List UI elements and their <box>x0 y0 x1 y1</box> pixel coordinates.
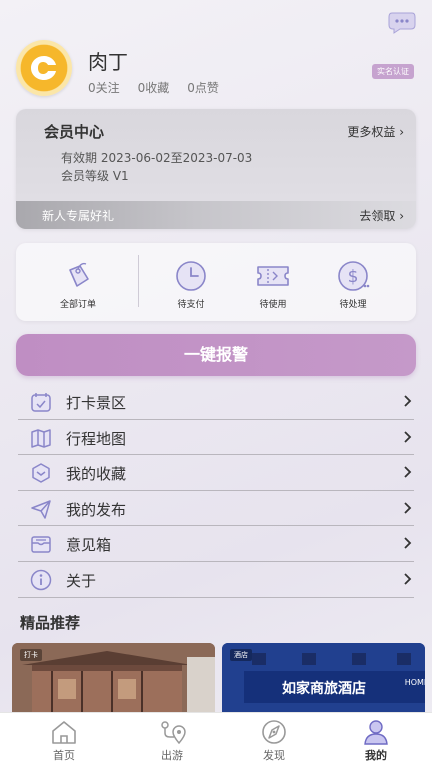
calendar-check-icon <box>31 393 51 412</box>
avatar[interactable] <box>16 40 72 96</box>
member-level: 会员等级 V1 <box>61 167 129 184</box>
chat-icon[interactable] <box>388 10 416 34</box>
tab-label: 我的 <box>365 749 387 762</box>
gift-label: 新人专属好礼 <box>42 209 115 223</box>
order-pending-payment-label: 待支付 <box>177 300 205 310</box>
chevron-right-icon <box>404 466 412 478</box>
compass-icon <box>262 720 286 744</box>
menu-item-checkin[interactable]: 打卡景区 <box>18 384 414 420</box>
tag-icon <box>69 262 89 287</box>
hotel-sign: 如家商旅酒店 <box>282 681 366 697</box>
validity-range: 2023-06-02至2023-07-03 <box>100 151 253 165</box>
tab-label: 发现 <box>263 749 285 762</box>
order-processing-label: 待处理 <box>339 300 367 310</box>
avatar-logo-icon <box>31 56 56 80</box>
recommend-tag: 打卡 <box>20 649 42 661</box>
emergency-alarm-button[interactable]: 一键报警 <box>16 334 416 376</box>
map-icon <box>31 428 51 448</box>
order-all[interactable]: 全部订单 <box>48 259 108 310</box>
likes-count[interactable]: 0点赞 <box>187 79 219 96</box>
claim-label: 去领取 <box>359 209 396 223</box>
clock-icon <box>176 261 206 291</box>
svg-text:$: $ <box>348 267 359 287</box>
more-benefits-label: 更多权益 <box>347 125 396 139</box>
member-validity: 有效期 2023-06-02至2023-07-03 <box>61 149 252 166</box>
info-icon <box>30 569 52 591</box>
tab-mine[interactable]: 我的 <box>346 719 406 763</box>
menu-label: 行程地图 <box>66 429 127 448</box>
menu-label: 关于 <box>66 571 97 590</box>
more-benefits-link[interactable]: 更多权益 › <box>347 123 404 140</box>
chevron-right-icon: › <box>399 125 404 139</box>
tab-bar: 首页 出游 发现 我的 <box>0 712 432 768</box>
route-icon <box>161 721 186 745</box>
home-icon <box>52 721 76 744</box>
cube-icon <box>32 463 50 483</box>
mailbox-icon <box>31 536 51 554</box>
profile-header: 肉丁 0关注 0收藏 0点赞 实名认证 <box>16 40 416 100</box>
user-icon <box>364 720 388 745</box>
chevron-right-icon: › <box>399 209 404 223</box>
order-to-use[interactable]: 待使用 <box>243 259 303 310</box>
username: 肉丁 <box>88 50 128 74</box>
orders-panel: 全部订单 待支付 待使用 $ 待处理 <box>16 243 416 321</box>
order-to-use-label: 待使用 <box>259 300 287 310</box>
order-all-label: 全部订单 <box>59 300 96 310</box>
level-value: V1 <box>112 169 129 183</box>
tab-home[interactable]: 首页 <box>34 719 94 763</box>
validity-label: 有效期 <box>61 151 98 165</box>
menu-label: 我的收藏 <box>66 465 127 484</box>
level-label: 会员等级 <box>61 169 110 183</box>
menu-label: 我的发布 <box>66 500 127 519</box>
tab-travel[interactable]: 出游 <box>142 719 202 763</box>
chevron-right-icon <box>404 395 412 407</box>
tab-label: 出游 <box>161 749 183 762</box>
menu-item-favorites[interactable]: 我的收藏 <box>18 455 414 491</box>
menu-list: 打卡景区 行程地图 我的收藏 我的发布 意见箱 关于 <box>18 384 414 598</box>
member-card[interactable]: 会员中心 更多权益 › 有效期 2023-06-02至2023-07-03 会员… <box>16 109 416 229</box>
recommend-title: 精品推荐 <box>20 614 81 632</box>
menu-item-feedback[interactable]: 意见箱 <box>18 526 414 562</box>
order-pending-payment[interactable]: 待支付 <box>161 259 221 310</box>
member-title: 会员中心 <box>44 123 105 141</box>
verify-badge[interactable]: 实名认证 <box>372 64 414 79</box>
menu-item-trip-map[interactable]: 行程地图 <box>18 420 414 456</box>
menu-label: 意见箱 <box>66 536 112 555</box>
menu-item-my-posts[interactable]: 我的发布 <box>18 491 414 527</box>
claim-button[interactable]: 去领取 › <box>359 207 404 224</box>
order-processing[interactable]: $ 待处理 <box>323 259 383 310</box>
recommend-card[interactable]: 打卡 <box>12 643 215 713</box>
newcomer-gift-bar[interactable]: 新人专属好礼 去领取 › <box>16 201 416 229</box>
tab-label: 首页 <box>53 749 75 762</box>
menu-item-about[interactable]: 关于 <box>18 562 414 598</box>
tab-discover[interactable]: 发现 <box>244 719 304 763</box>
recommend-card[interactable]: 酒店 如家商旅酒店 HOME <box>222 643 425 713</box>
chevron-right-icon <box>404 430 412 443</box>
menu-label: 打卡景区 <box>66 394 127 412</box>
dollar-icon: $ <box>338 261 370 291</box>
chevron-right-icon <box>404 502 412 514</box>
chevron-right-icon <box>404 537 412 550</box>
favorites-count[interactable]: 0收藏 <box>138 79 170 96</box>
divider <box>138 255 139 307</box>
chevron-right-icon <box>404 573 412 585</box>
follows-count[interactable]: 0关注 <box>88 79 120 96</box>
profile-stats: 0关注 0收藏 0点赞 <box>88 79 219 96</box>
ticket-icon <box>257 266 289 286</box>
recommend-tag: 酒店 <box>230 649 252 661</box>
ancient-building-photo <box>12 643 215 713</box>
send-icon <box>31 500 51 519</box>
hotel-sign-en: HOME <box>404 678 425 687</box>
